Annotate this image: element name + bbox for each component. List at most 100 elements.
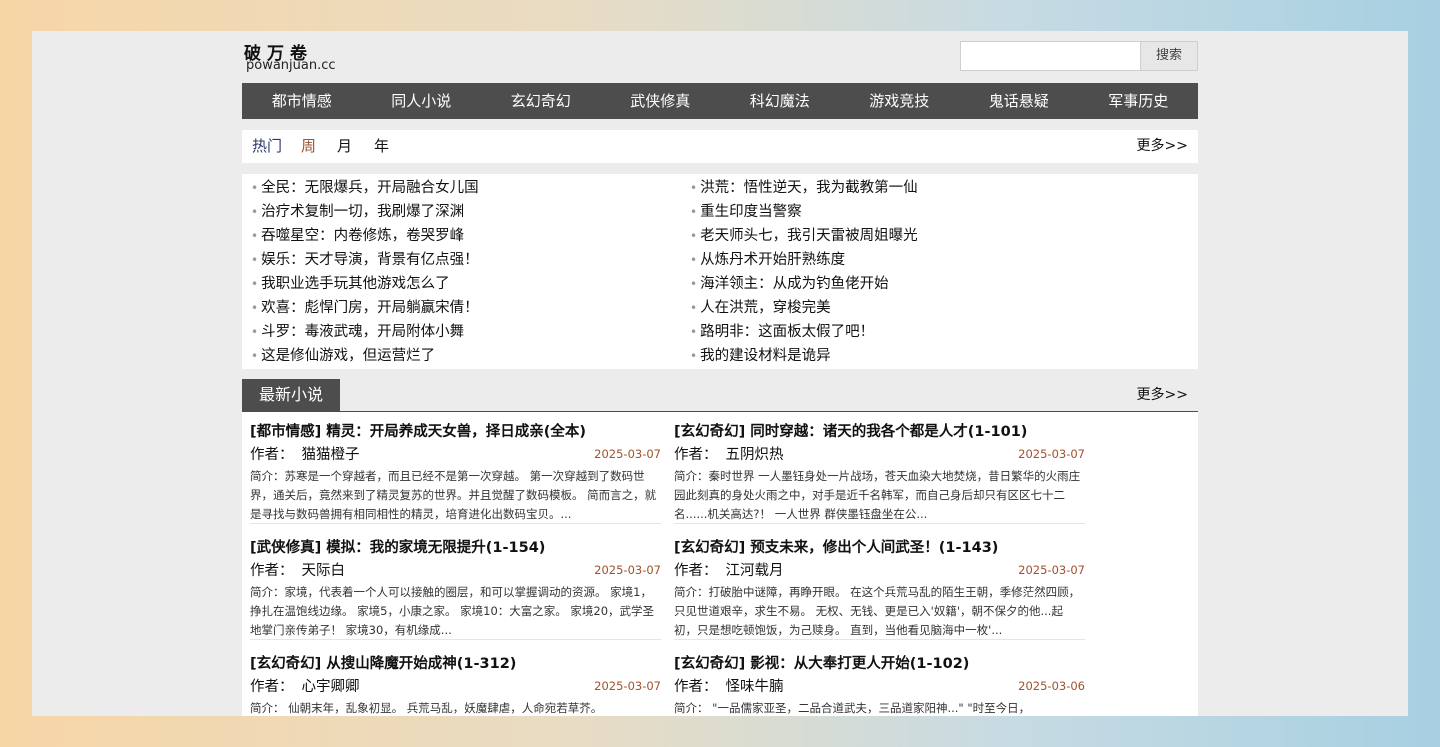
list-item[interactable]: • 路明非：这面板太假了吧！ <box>690 320 918 344</box>
bullet-icon: • <box>690 301 698 315</box>
list-item[interactable]: • 这是修仙游戏，但运营烂了 <box>251 344 479 368</box>
book-author[interactable]: 天际白 <box>302 563 346 579</box>
search-input[interactable] <box>960 41 1142 71</box>
book-card: [玄幻奇幻] 同时穿越：诸天的我各个都是人才(1-101) 作者： 五阴炽热 20… <box>674 422 1085 524</box>
book-card: [玄幻奇幻] 影视：从大奉打更人开始(1-102) 作者： 怪味牛腩 2025-0… <box>674 654 1085 716</box>
nav-item-wuxia[interactable]: 武侠修真 <box>601 83 721 119</box>
book-intro: 简介：打破胎中谜障，再睁开眼。 在这个兵荒马乱的陌生王朝，季修茫然四顾，只见世道… <box>674 583 1085 640</box>
book-author[interactable]: 心宇卿卿 <box>302 679 360 695</box>
list-item[interactable]: • 吞噬星空：内卷修炼，卷哭罗峰 <box>251 224 479 248</box>
book-date: 2025-03-07 <box>594 679 661 693</box>
bullet-icon: • <box>251 181 259 195</box>
bullet-icon: • <box>690 349 698 363</box>
author-label: 作者： <box>674 563 718 579</box>
bullet-icon: • <box>251 349 259 363</box>
book-card: [武侠修真] 模拟：我的家境无限提升(1-154) 作者： 天际白 2025-03… <box>250 538 661 640</box>
list-item[interactable]: • 我的建设材料是诡异 <box>690 344 918 368</box>
book-intro: 简介：秦时世界 一人墨钰身处一片战场，苍天血染大地焚烧，昔日繁华的火雨庄园此刻真… <box>674 467 1085 524</box>
tab-month[interactable]: 月 <box>337 130 352 163</box>
book-card: [都市情感] 精灵：开局养成天女兽，择日成亲(全本) 作者： 猫猫橙子 2025-… <box>250 422 661 524</box>
search-button[interactable]: 搜索 <box>1140 41 1198 71</box>
list-item[interactable]: • 欢喜：彪悍门房，开局躺赢宋倩！ <box>251 296 479 320</box>
book-meta: 作者： 江河载月 2025-03-07 <box>674 559 1085 581</box>
list-item[interactable]: • 娱乐：天才导演，背景有亿点强！ <box>251 248 479 272</box>
book-meta: 作者： 心宇卿卿 2025-03-07 <box>250 675 661 697</box>
bullet-icon: • <box>690 181 698 195</box>
book-title[interactable]: [玄幻奇幻] 影视：从大奉打更人开始(1-102) <box>674 654 1085 674</box>
hot-list-left: • 全民：无限爆兵，开局融合女儿国 • 治疗术复制一切，我刷爆了深渊 • 吞噬星空：内… <box>251 176 479 368</box>
list-item[interactable]: • 海洋领主：从成为钓鱼佬开始 <box>690 272 918 296</box>
book-title[interactable]: [武侠修真] 模拟：我的家境无限提升(1-154) <box>250 538 661 558</box>
nav-item-fanfic[interactable]: 同人小说 <box>362 83 482 119</box>
book-card: [玄幻奇幻] 从搜山降魔开始成神(1-312) 作者： 心宇卿卿 2025-03-… <box>250 654 661 716</box>
bullet-icon: • <box>690 325 698 339</box>
nav-item-scifi[interactable]: 科幻魔法 <box>720 83 840 119</box>
book-author[interactable]: 怪味牛腩 <box>726 679 784 695</box>
tab-week[interactable]: 周 <box>301 130 316 163</box>
latest-header: 最新小说 更多>> <box>242 379 1198 412</box>
list-item[interactable]: • 治疗术复制一切，我刷爆了深渊 <box>251 200 479 224</box>
hot-more-link[interactable]: 更多>> <box>1137 130 1188 163</box>
book-intro: 简介： 仙朝末年，乱象初显。 兵荒马乱，妖魔肆虐，人命宛若草芥。 <box>250 699 661 716</box>
book-title[interactable]: [玄幻奇幻] 预支未来，修出个人间武圣！(1-143) <box>674 538 1085 558</box>
nav-item-fantasy[interactable]: 玄幻奇幻 <box>481 83 601 119</box>
book-date: 2025-03-07 <box>594 447 661 461</box>
book-date: 2025-03-07 <box>1018 447 1085 461</box>
book-intro: 简介：家境，代表着一个人可以接触的圈层，和可以掌握调动的资源。 家境1，挣扎在温… <box>250 583 661 640</box>
book-date: 2025-03-07 <box>1018 563 1085 577</box>
book-meta: 作者： 天际白 2025-03-07 <box>250 559 661 581</box>
author-label: 作者： <box>250 679 294 695</box>
hot-tabs-bar: 热门 周 月 年 更多>> <box>242 130 1198 163</box>
book-meta: 作者： 五阴炽热 2025-03-07 <box>674 443 1085 465</box>
book-meta: 作者： 猫猫橙子 2025-03-07 <box>250 443 661 465</box>
book-author[interactable]: 五阴炽热 <box>726 447 784 463</box>
book-title[interactable]: [都市情感] 精灵：开局养成天女兽，择日成亲(全本) <box>250 422 661 442</box>
category-nav: 都市情感 同人小说 玄幻奇幻 武侠修真 科幻魔法 游戏竞技 鬼话悬疑 军事历史 <box>242 83 1198 119</box>
book-meta: 作者： 怪味牛腩 2025-03-06 <box>674 675 1085 697</box>
bullet-icon: • <box>690 277 698 291</box>
bullet-icon: • <box>251 277 259 291</box>
bullet-icon: • <box>690 253 698 267</box>
list-item[interactable]: • 重生印度当警察 <box>690 200 918 224</box>
book-author[interactable]: 猫猫橙子 <box>302 447 360 463</box>
nav-item-horror[interactable]: 鬼话悬疑 <box>959 83 1079 119</box>
book-intro: 简介：苏寒是一个穿越者，而且已经不是第一次穿越。 第一次穿越到了数码世界，通关后… <box>250 467 661 524</box>
list-item[interactable]: • 老天师头七，我引天雷被周姐曝光 <box>690 224 918 248</box>
latest-more-link[interactable]: 更多>> <box>1137 385 1188 405</box>
hot-list: • 全民：无限爆兵，开局融合女儿国 • 治疗术复制一切，我刷爆了深渊 • 吞噬星空：内… <box>242 174 1198 369</box>
book-date: 2025-03-07 <box>594 563 661 577</box>
book-title[interactable]: [玄幻奇幻] 同时穿越：诸天的我各个都是人才(1-101) <box>674 422 1085 442</box>
browser-viewport: 破万卷 powanjuan.cc 搜索 都市情感 同人小说 玄幻奇幻 武侠修真 … <box>32 31 1408 716</box>
list-item[interactable]: • 洪荒：悟性逆天，我为截教第一仙 <box>690 176 918 200</box>
tab-hot[interactable]: 热门 <box>252 130 282 163</box>
author-label: 作者： <box>250 447 294 463</box>
list-item[interactable]: • 人在洪荒，穿梭完美 <box>690 296 918 320</box>
bullet-icon: • <box>251 229 259 243</box>
bullet-icon: • <box>251 325 259 339</box>
list-item[interactable]: • 全民：无限爆兵，开局融合女儿国 <box>251 176 479 200</box>
bullet-icon: • <box>251 301 259 315</box>
book-card: [玄幻奇幻] 预支未来，修出个人间武圣！(1-143) 作者： 江河载月 2025… <box>674 538 1085 640</box>
nav-item-urban[interactable]: 都市情感 <box>242 83 362 119</box>
book-date: 2025-03-06 <box>1018 679 1085 693</box>
list-item[interactable]: • 我职业选手玩其他游戏怎么了 <box>251 272 479 296</box>
tab-year[interactable]: 年 <box>374 130 389 163</box>
site-domain[interactable]: powanjuan.cc <box>246 58 336 73</box>
book-intro: 简介： "一品儒家亚圣，二品合道武夫，三品道家阳神..." "时至今日， <box>674 699 1085 716</box>
latest-section-title: 最新小说 <box>242 379 340 411</box>
book-author[interactable]: 江河载月 <box>726 563 784 579</box>
hot-list-right: • 洪荒：悟性逆天，我为截教第一仙 • 重生印度当警察 • 老天师头七，我引天雷被周姐… <box>690 176 918 368</box>
bullet-icon: • <box>690 205 698 219</box>
nav-item-military[interactable]: 军事历史 <box>1079 83 1199 119</box>
bullet-icon: • <box>251 205 259 219</box>
list-item[interactable]: • 斗罗：毒液武魂，开局附体小舞 <box>251 320 479 344</box>
author-label: 作者： <box>674 679 718 695</box>
bullet-icon: • <box>251 253 259 267</box>
bullet-icon: • <box>690 229 698 243</box>
author-label: 作者： <box>250 563 294 579</box>
book-title[interactable]: [玄幻奇幻] 从搜山降魔开始成神(1-312) <box>250 654 661 674</box>
author-label: 作者： <box>674 447 718 463</box>
latest-books: [都市情感] 精灵：开局养成天女兽，择日成亲(全本) 作者： 猫猫橙子 2025-… <box>242 412 1198 716</box>
nav-item-games[interactable]: 游戏竞技 <box>840 83 960 119</box>
list-item[interactable]: • 从炼丹术开始肝熟练度 <box>690 248 918 272</box>
